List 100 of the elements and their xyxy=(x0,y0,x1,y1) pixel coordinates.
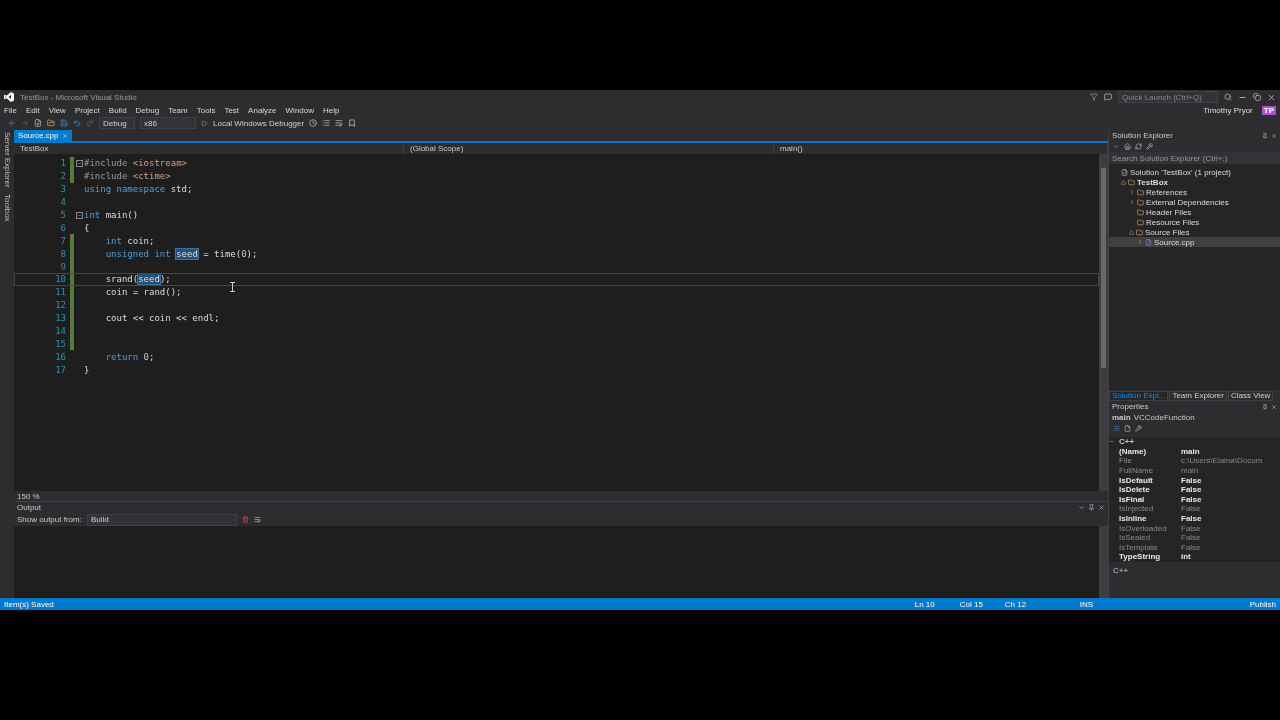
panel-title: Solution Explorer xyxy=(1112,131,1173,140)
property-value[interactable]: False xyxy=(1181,494,1280,504)
side-tab[interactable]: Server Explorer xyxy=(2,132,12,188)
feedback-icon[interactable] xyxy=(1104,93,1112,101)
panel-tab[interactable]: Class View xyxy=(1227,390,1274,401)
close-icon[interactable] xyxy=(1098,504,1105,511)
zoom-dropdown[interactable]: 150 % xyxy=(17,491,40,501)
platform-dropdown[interactable]: x86 xyxy=(140,117,196,129)
line-number: 17 xyxy=(54,364,67,375)
fold-toggle[interactable] xyxy=(76,211,83,219)
run-debugger-button[interactable]: Local Windows Debugger xyxy=(213,118,305,128)
output-title: Output xyxy=(17,503,41,512)
menu-item[interactable]: Help xyxy=(323,105,340,115)
char-indicator: Ch 12 xyxy=(1004,599,1028,609)
undo-icon[interactable] xyxy=(73,119,81,127)
menu-item[interactable]: View xyxy=(48,105,66,115)
user-name[interactable]: Timothy Pryor xyxy=(1203,105,1253,115)
menu-item[interactable]: Debug xyxy=(135,105,160,115)
close-icon[interactable] xyxy=(1267,92,1276,102)
back-icon[interactable] xyxy=(8,119,16,127)
property-value[interactable]: main xyxy=(1181,446,1280,456)
publish-button[interactable]: Publish xyxy=(1249,599,1276,609)
code-line: #include <ctime> xyxy=(84,171,172,182)
panel-tab[interactable]: Team Explorer xyxy=(1169,390,1227,401)
wrench-icon[interactable] xyxy=(1135,425,1142,432)
wrench-icon[interactable] xyxy=(1146,143,1153,150)
menu-item[interactable]: Analyze xyxy=(248,105,277,115)
property-name: IsFinal xyxy=(1119,494,1146,504)
dropdown-icon[interactable] xyxy=(1078,504,1085,511)
tree-item[interactable]: TestBox xyxy=(1109,177,1280,187)
scrollbar-thumb[interactable] xyxy=(1101,168,1106,368)
filter-icon[interactable] xyxy=(1090,93,1098,101)
line-number: 15 xyxy=(54,338,67,349)
panel-title: Properties xyxy=(1112,402,1149,411)
tree-item[interactable]: Resource Files xyxy=(1109,217,1280,227)
property-name: IsInline xyxy=(1119,514,1148,524)
property-value[interactable]: False xyxy=(1181,485,1280,495)
tree-item[interactable]: Source.cpp xyxy=(1109,237,1280,247)
restore-icon[interactable] xyxy=(1253,93,1261,101)
scrollbar[interactable] xyxy=(1099,154,1108,491)
refresh-icon[interactable] xyxy=(1135,143,1142,150)
scrollbar[interactable] xyxy=(1099,526,1108,598)
file-icon xyxy=(1145,238,1152,246)
menu-item[interactable]: Project xyxy=(74,105,100,115)
code-line: #include <iostream> xyxy=(84,158,188,169)
property-value[interactable]: False xyxy=(1181,514,1280,524)
menu-item[interactable]: Build xyxy=(108,105,127,115)
redo-icon[interactable] xyxy=(86,119,94,127)
fold-toggle[interactable] xyxy=(76,159,83,167)
pin-icon[interactable] xyxy=(1262,132,1268,139)
code-line: cout << coin << endl; xyxy=(104,313,221,324)
folder-icon xyxy=(1137,208,1144,216)
collapse-icon[interactable] xyxy=(1109,439,1114,445)
property-value[interactable]: False xyxy=(1181,475,1280,485)
expanded-arrow-icon[interactable] xyxy=(1129,229,1134,235)
menu-item[interactable]: Tools xyxy=(196,105,216,115)
wrap-icon[interactable] xyxy=(253,516,261,523)
clock-icon[interactable] xyxy=(309,119,318,127)
tree-item[interactable]: Solution 'TestBox' (1 project) xyxy=(1109,167,1280,177)
wrap-icon[interactable] xyxy=(335,119,344,127)
pin-icon[interactable] xyxy=(1088,504,1095,511)
menu-item[interactable]: Team xyxy=(168,105,188,115)
side-tab[interactable]: Toolbox xyxy=(2,193,12,222)
categorized-icon[interactable] xyxy=(1113,425,1120,432)
property-name: FullName xyxy=(1119,466,1155,476)
play-icon[interactable] xyxy=(201,119,208,127)
line-number: 13 xyxy=(54,313,67,324)
pin-icon[interactable] xyxy=(1262,403,1268,410)
new-project-icon[interactable] xyxy=(34,119,42,127)
menu-item[interactable]: Test xyxy=(224,105,240,115)
tree-item[interactable]: External Dependencies xyxy=(1109,197,1280,207)
open-icon[interactable] xyxy=(47,119,55,127)
close-icon[interactable] xyxy=(1271,403,1277,410)
search-field[interactable]: Search Solution Explorer (Ctrl+;) xyxy=(1109,152,1280,164)
bookmark-icon[interactable] xyxy=(348,119,357,127)
close-icon[interactable] xyxy=(1271,132,1277,139)
code-line: int main() xyxy=(84,210,140,220)
menu-item[interactable]: Window xyxy=(285,105,314,115)
user-avatar[interactable]: TP xyxy=(1261,105,1276,115)
output-source-dropdown[interactable]: Build xyxy=(86,513,237,526)
document-tab[interactable]: Source.cpp xyxy=(14,130,73,141)
configuration-dropdown[interactable]: Debug xyxy=(99,117,135,129)
menu-item[interactable]: Edit xyxy=(25,105,40,115)
quick-launch-field[interactable]: Quick Launch (Ctrl+Q) xyxy=(1118,91,1218,103)
tree-item[interactable]: References xyxy=(1109,187,1280,197)
search-icon[interactable] xyxy=(1224,93,1232,101)
tree-item[interactable]: Source Files xyxy=(1109,227,1280,237)
menu-item[interactable]: File xyxy=(4,105,17,115)
save-icon[interactable] xyxy=(60,119,68,127)
property-value[interactable]: int xyxy=(1181,552,1280,562)
expanded-arrow-icon[interactable] xyxy=(1121,179,1126,185)
list-icon[interactable] xyxy=(322,119,331,127)
property-description: C++ xyxy=(1112,564,1130,577)
tree-item[interactable]: Header Files xyxy=(1109,207,1280,217)
window-title: TestBox - Microsoft Visual Studio xyxy=(20,92,137,102)
property-name: IsDefault xyxy=(1119,475,1154,485)
panel-tab[interactable]: Solution Expl... xyxy=(1109,390,1169,401)
clear-icon[interactable] xyxy=(241,516,249,523)
home-icon[interactable] xyxy=(1124,143,1131,150)
column-indicator: Col 15 xyxy=(959,599,984,609)
